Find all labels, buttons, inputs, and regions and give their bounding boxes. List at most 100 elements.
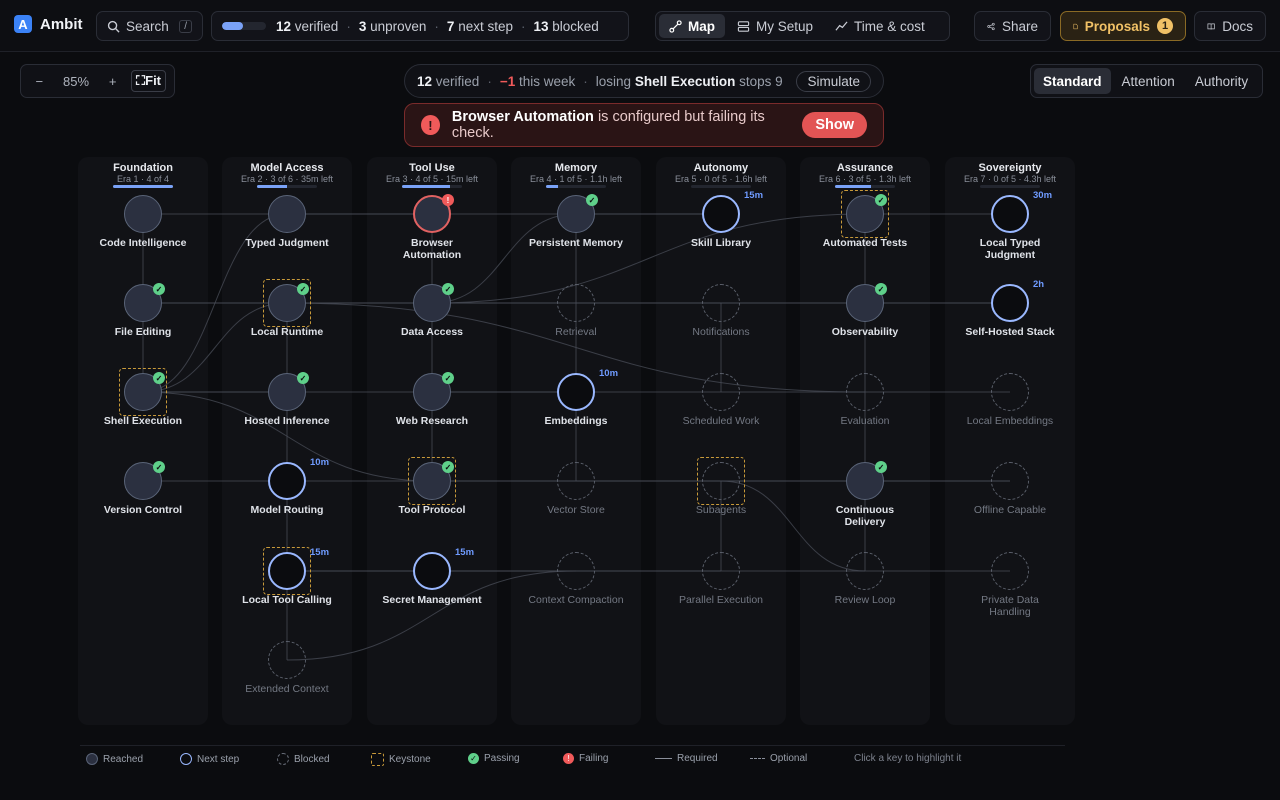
- node-evaluation[interactable]: [846, 373, 884, 411]
- node-label: Offline Capable: [973, 504, 1047, 516]
- node-local-typed-judgment[interactable]: [991, 195, 1029, 233]
- node-label: Evaluation: [840, 415, 890, 427]
- node-label: Automated Tests: [822, 237, 908, 249]
- node-retrieval[interactable]: [557, 284, 595, 322]
- legend-failing[interactable]: ! Failing: [563, 753, 608, 764]
- node-private-data-handling[interactable]: [991, 552, 1029, 590]
- time-estimate: 15m: [310, 547, 330, 558]
- legend-next-step[interactable]: Next step: [180, 753, 239, 765]
- node-skill-library[interactable]: [702, 195, 740, 233]
- node-label: Hosted Inference: [244, 415, 330, 427]
- node-label: Parallel Execution: [678, 594, 764, 606]
- node-label: Persistent Memory: [529, 237, 623, 249]
- legend-keystone[interactable]: Keystone: [371, 753, 431, 766]
- legend-blocked[interactable]: Blocked: [277, 753, 330, 765]
- node-model-routing[interactable]: [268, 462, 306, 500]
- check-icon: ✓: [468, 753, 479, 764]
- node-notifications[interactable]: [702, 284, 740, 322]
- node-parallel-execution[interactable]: [702, 552, 740, 590]
- check-icon: ✓: [297, 372, 309, 384]
- check-icon: ✓: [875, 283, 887, 295]
- node-vector-store[interactable]: [557, 462, 595, 500]
- node-label: Subagents: [695, 504, 747, 516]
- legend-hint: Click a key to highlight it: [854, 753, 962, 764]
- node-label: Tool Protocol: [398, 504, 466, 516]
- check-icon: ✓: [442, 372, 454, 384]
- node-local-embeddings[interactable]: [991, 373, 1029, 411]
- legend-keystone-label: Keystone: [389, 754, 431, 765]
- node-context-compaction[interactable]: [557, 552, 595, 590]
- node-label: Local Typed Judgment: [979, 237, 1041, 261]
- solid-line-swatch: [655, 758, 672, 759]
- time-estimate: 10m: [310, 457, 330, 468]
- legend-passing-label: Passing: [484, 753, 520, 764]
- node-secret-management[interactable]: [413, 552, 451, 590]
- check-icon: ✓: [442, 283, 454, 295]
- check-icon: ✓: [442, 461, 454, 473]
- node-label: Local Embeddings: [966, 415, 1054, 427]
- node-label: File Editing: [114, 326, 172, 338]
- node-label: Continuous Delivery: [835, 504, 895, 528]
- legend-optional-label: Optional: [770, 753, 808, 764]
- node-label: Extended Context: [245, 683, 329, 695]
- next-step-swatch: [180, 753, 192, 765]
- reached-swatch: [86, 753, 98, 765]
- node-label: Skill Library: [690, 237, 752, 249]
- node-label: Local Runtime: [250, 326, 324, 338]
- time-estimate: 15m: [744, 190, 764, 201]
- node-label: Code Intelligence: [99, 237, 187, 249]
- legend-passing[interactable]: ✓ Passing: [468, 753, 520, 764]
- exclamation-icon: !: [563, 753, 574, 764]
- time-estimate: 15m: [455, 547, 475, 558]
- node-label: Scheduled Work: [682, 415, 760, 427]
- check-icon: ✓: [153, 461, 165, 473]
- node-scheduled-work[interactable]: [702, 373, 740, 411]
- node-label: Observability: [831, 326, 899, 338]
- node-label: Secret Management: [382, 594, 482, 606]
- check-icon: ✓: [297, 283, 309, 295]
- node-label: Web Research: [395, 415, 469, 427]
- exclamation-icon: !: [442, 194, 454, 206]
- legend-reached[interactable]: Reached: [86, 753, 143, 765]
- time-estimate: 2h: [1033, 279, 1045, 290]
- legend-required-label: Required: [677, 753, 718, 764]
- node-label: Vector Store: [547, 504, 605, 516]
- node-subagents[interactable]: [702, 462, 740, 500]
- node-label: Typed Judgment: [245, 237, 329, 249]
- legend-required[interactable]: Required: [655, 753, 718, 764]
- blocked-swatch: [277, 753, 289, 765]
- node-label: Notifications: [692, 326, 750, 338]
- node-extended-context[interactable]: [268, 641, 306, 679]
- node-label: Browser Automation: [402, 237, 462, 261]
- node-label: Self-Hosted Stack: [965, 326, 1055, 338]
- node-offline-capable[interactable]: [991, 462, 1029, 500]
- node-local-tool-calling[interactable]: [268, 552, 306, 590]
- check-icon: ✓: [875, 194, 887, 206]
- legend-failing-label: Failing: [579, 753, 609, 764]
- check-icon: ✓: [586, 194, 598, 206]
- node-label: Retrieval: [555, 326, 597, 338]
- node-label: Shell Execution: [103, 415, 183, 427]
- legend-next-label: Next step: [197, 753, 240, 765]
- node-label: Context Compaction: [528, 594, 624, 606]
- node-self-hosted-stack[interactable]: [991, 284, 1029, 322]
- node-label: Private Data Handling: [981, 594, 1039, 618]
- check-icon: ✓: [153, 372, 165, 384]
- node-review-loop[interactable]: [846, 552, 884, 590]
- legend-blocked-label: Blocked: [294, 753, 330, 765]
- node-label: Version Control: [103, 504, 183, 516]
- node-typed-judgment[interactable]: [268, 195, 306, 233]
- node-label: Data Access: [400, 326, 464, 338]
- node-label: Embeddings: [544, 415, 608, 427]
- time-estimate: 30m: [1033, 190, 1053, 201]
- check-icon: ✓: [153, 283, 165, 295]
- node-label: Review Loop: [834, 594, 896, 606]
- node-code-intelligence[interactable]: [124, 195, 162, 233]
- legend-optional[interactable]: Optional: [750, 753, 807, 764]
- node-embeddings[interactable]: [557, 373, 595, 411]
- legend: Reached Next step Blocked Keystone ✓ Pass…: [80, 745, 1065, 773]
- node-label: Model Routing: [250, 504, 324, 516]
- dashed-line-swatch: [750, 758, 765, 759]
- check-icon: ✓: [875, 461, 887, 473]
- keystone-swatch: [371, 753, 384, 766]
